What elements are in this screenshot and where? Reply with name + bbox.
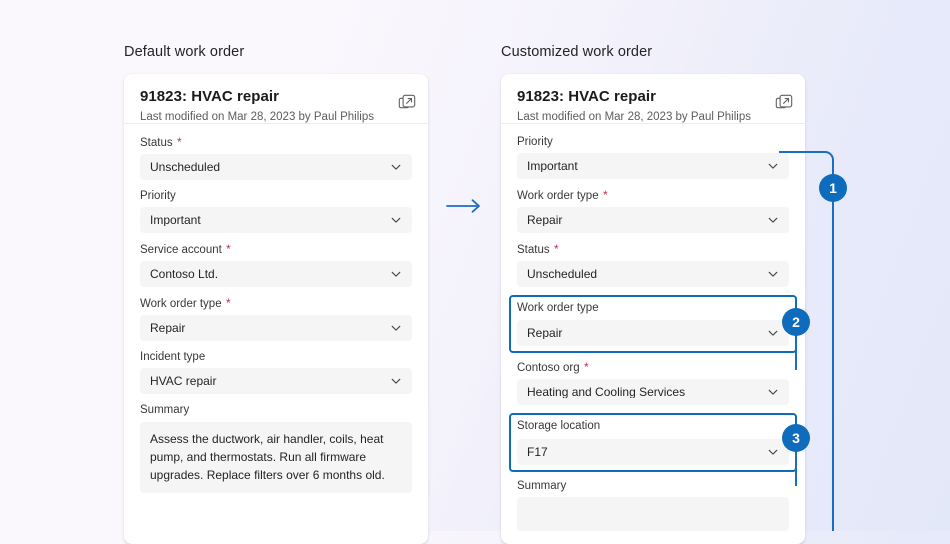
field-label: Summary: [517, 479, 567, 492]
comparison-stage: Default work order Customized work order…: [0, 0, 950, 544]
callout-badge-2: 2: [782, 308, 810, 336]
chevron-down-icon: [390, 268, 402, 280]
field-label: Status *: [140, 135, 182, 149]
customized-field-list: Priority Important Work order type * Repair…: [501, 124, 805, 531]
chevron-down-icon: [390, 375, 402, 387]
dropdown-work-order-type[interactable]: Repair: [517, 207, 789, 234]
callout-badge-3: 3: [782, 424, 810, 452]
dropdown-status[interactable]: Unscheduled: [140, 154, 412, 181]
dropdown-value: Unscheduled: [150, 161, 221, 174]
dropdown-incident-type[interactable]: HVAC repair: [140, 368, 412, 395]
field-label: Work order type *: [140, 296, 231, 311]
field-label: Status *: [517, 242, 559, 257]
card-subtitle: Last modified on Mar 28, 2023 by Paul Ph…: [140, 110, 374, 123]
required-indicator: *: [599, 188, 608, 203]
dropdown-value: Important: [150, 214, 201, 227]
field-storage-location-highlighted: Storage location F17: [509, 413, 797, 472]
default-field-list: Status * Unscheduled Priority Important Serv…: [124, 124, 428, 494]
card-header: 91823: HVAC repair Last modified on Mar …: [501, 74, 805, 124]
field-status: Status * Unscheduled: [140, 134, 412, 181]
chevron-down-icon: [767, 446, 779, 458]
dropdown-value: Repair: [150, 322, 186, 335]
field-priority: Priority Important: [140, 188, 412, 234]
field-priority: Priority Important: [517, 134, 789, 180]
field-service-account: Service account * Contoso Ltd.: [140, 241, 412, 288]
open-in-new-window-icon[interactable]: [398, 94, 416, 112]
chevron-down-icon: [767, 327, 779, 339]
required-indicator: *: [222, 242, 231, 257]
default-work-order-card: 91823: HVAC repair Last modified on Mar …: [124, 74, 428, 544]
dropdown-status[interactable]: Unscheduled: [517, 261, 789, 288]
dropdown-service-account[interactable]: Contoso Ltd.: [140, 261, 412, 288]
field-label: Priority: [140, 190, 176, 203]
chevron-down-icon: [767, 214, 779, 226]
field-label: Storage location: [517, 420, 601, 433]
field-label: Work order type: [517, 302, 599, 315]
dropdown-storage-location[interactable]: F17: [517, 438, 789, 465]
card-title: 91823: HVAC repair: [140, 88, 280, 105]
chevron-down-icon: [390, 214, 402, 226]
dropdown-value: Repair: [527, 214, 563, 227]
field-contoso-org: Contoso org * Heating and Cooling Service…: [517, 359, 789, 406]
field-label: Work order type *: [517, 188, 608, 203]
required-indicator: *: [550, 242, 559, 257]
field-label: Priority: [517, 136, 553, 148]
summary-textarea[interactable]: Assess the ductwork, air handler, coils,…: [140, 421, 412, 494]
field-work-order-type-highlighted: Work order type Repair: [509, 295, 797, 354]
field-summary: Summary Assess the ductwork, air handler,…: [140, 402, 412, 494]
dropdown-value: Important: [527, 160, 578, 173]
required-indicator: *: [222, 296, 231, 311]
card-subtitle: Last modified on Mar 28, 2023 by Paul Ph…: [517, 110, 751, 123]
field-work-order-type: Work order type * Repair: [140, 295, 412, 342]
open-in-new-window-icon[interactable]: [775, 94, 793, 112]
dropdown-priority[interactable]: Important: [140, 207, 412, 234]
customized-work-order-caption: Customized work order: [501, 44, 653, 60]
card-header: 91823: HVAC repair Last modified on Mar …: [124, 74, 428, 124]
dropdown-value: Unscheduled: [527, 268, 598, 281]
dropdown-value: Repair: [527, 327, 563, 340]
dropdown-work-order-type[interactable]: Repair: [517, 320, 789, 347]
field-label: Service account *: [140, 242, 231, 257]
field-label: Contoso org *: [517, 360, 589, 375]
chevron-down-icon: [390, 161, 402, 173]
required-indicator: *: [173, 135, 182, 149]
customized-work-order-card: 91823: HVAC repair Last modified on Mar …: [501, 74, 805, 544]
field-work-order-type: Work order type * Repair: [517, 187, 789, 234]
dropdown-value: Contoso Ltd.: [150, 268, 219, 281]
field-incident-type: Incident type HVAC repair: [140, 349, 412, 395]
chevron-down-icon: [767, 268, 779, 280]
card-title: 91823: HVAC repair: [517, 88, 657, 105]
dropdown-value: Heating and Cooling Services: [527, 386, 686, 399]
field-summary: Summary: [517, 478, 789, 531]
callout-badge-1: 1: [819, 174, 847, 202]
arrow-right-icon: [446, 197, 486, 215]
chevron-down-icon: [390, 322, 402, 334]
chevron-down-icon: [767, 386, 779, 398]
summary-textarea[interactable]: [517, 496, 789, 531]
dropdown-value: HVAC repair: [150, 375, 217, 388]
required-indicator: *: [580, 360, 589, 375]
field-label: Summary: [140, 404, 190, 417]
dropdown-value: F17: [527, 445, 548, 458]
default-work-order-caption: Default work order: [124, 44, 245, 60]
dropdown-contoso-org[interactable]: Heating and Cooling Services: [517, 379, 789, 406]
dropdown-work-order-type[interactable]: Repair: [140, 315, 412, 342]
dropdown-priority[interactable]: Important: [517, 153, 789, 180]
chevron-down-icon: [767, 160, 779, 172]
field-status: Status * Unscheduled: [517, 241, 789, 288]
field-label: Incident type: [140, 351, 206, 364]
